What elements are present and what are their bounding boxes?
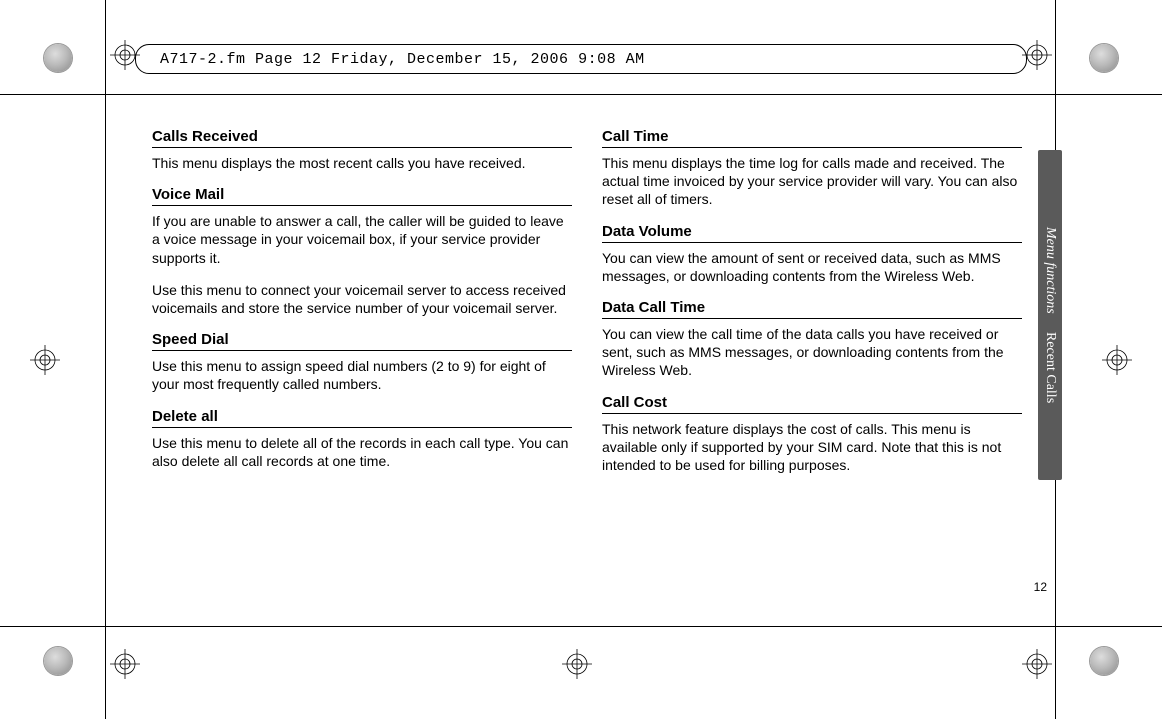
page-number: 12 [1034, 580, 1047, 594]
right-column: Call Time This menu displays the time lo… [602, 128, 1022, 488]
gray-sphere-icon [1090, 44, 1118, 72]
side-tab: Menu functions Recent Calls [1038, 150, 1062, 480]
gray-sphere-icon [44, 647, 72, 675]
registration-mark-icon [1022, 649, 1052, 679]
page-header-text: A717-2.fm Page 12 Friday, December 15, 2… [152, 49, 653, 70]
crop-line-left [105, 0, 106, 719]
left-column: Calls Received This menu displays the mo… [152, 128, 572, 488]
crop-line-bottom [0, 626, 1162, 627]
registration-mark-icon [1102, 345, 1132, 375]
section-body: This network feature displays the cost o… [602, 420, 1022, 475]
section-heading-calls-received: Calls Received [152, 128, 572, 148]
section-body: You can view the call time of the data c… [602, 325, 1022, 380]
section-heading-delete-all: Delete all [152, 408, 572, 428]
gray-sphere-icon [44, 44, 72, 72]
section-body: Use this menu to connect your voicemail … [152, 281, 572, 317]
section-body: If you are unable to answer a call, the … [152, 212, 572, 267]
section-body: You can view the amount of sent or recei… [602, 249, 1022, 285]
registration-mark-icon [30, 345, 60, 375]
section-heading-call-cost: Call Cost [602, 394, 1022, 414]
section-body: This menu displays the time log for call… [602, 154, 1022, 209]
section-heading-speed-dial: Speed Dial [152, 331, 572, 351]
side-tab-label-2: Recent Calls [1042, 332, 1058, 403]
registration-mark-icon [562, 649, 592, 679]
section-heading-voice-mail: Voice Mail [152, 186, 572, 206]
gray-sphere-icon [1090, 647, 1118, 675]
section-heading-data-volume: Data Volume [602, 223, 1022, 243]
side-tab-label-1: Menu functions [1042, 227, 1058, 314]
crop-line-top [0, 94, 1162, 95]
section-body: This menu displays the most recent calls… [152, 154, 572, 172]
page-content: Calls Received This menu displays the mo… [152, 128, 1042, 488]
section-body: Use this menu to delete all of the recor… [152, 434, 572, 470]
registration-mark-icon [110, 649, 140, 679]
section-heading-data-call-time: Data Call Time [602, 299, 1022, 319]
section-heading-call-time: Call Time [602, 128, 1022, 148]
section-body: Use this menu to assign speed dial numbe… [152, 357, 572, 393]
